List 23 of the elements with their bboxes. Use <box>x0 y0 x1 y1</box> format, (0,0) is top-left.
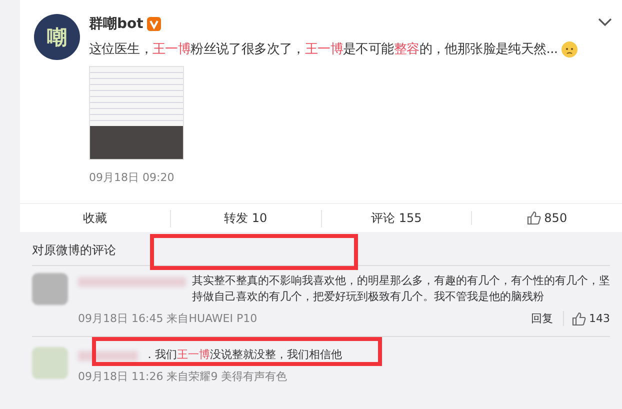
author-name[interactable]: 群嘲bot <box>89 15 144 33</box>
comments-header: 对原微博的评论 <box>32 242 610 266</box>
blurred-avatar <box>32 347 68 379</box>
chevron-icon[interactable] <box>598 18 612 27</box>
comment-text: ．我们王一博没说整就没整，我们相信他 <box>144 347 342 363</box>
emoji-icon <box>560 40 578 58</box>
image-thumbnail[interactable] <box>89 66 184 160</box>
action-button[interactable]: 收藏 <box>20 210 170 226</box>
reply-link[interactable]: 回复 <box>531 311 564 326</box>
action-button[interactable]: 评论 155 <box>320 210 472 226</box>
comment-meta: 09月18日 16:45 来自HUAWEI P10 <box>78 311 258 326</box>
blurred-username <box>78 351 138 361</box>
like-button[interactable]: 143 <box>572 312 610 326</box>
comment-meta: 09月18日 11:26 来自荣耀9 美得有声有色 <box>78 369 288 384</box>
blurred-avatar <box>32 273 68 305</box>
comment-text: 其实整不整真的不影响我喜欢他，的明星那么多，有趣的有几个，有个性的有几个，坚持做自己喜欢的有几个，把爱好玩到极致有几个。我不管我是他的脑残粉 <box>192 273 610 305</box>
action-button[interactable]: 转发 10 <box>170 210 320 226</box>
avatar: 嘲 <box>34 14 80 60</box>
action-button[interactable]: 850 <box>471 211 622 225</box>
thumbs-up-icon <box>572 312 586 326</box>
thumbs-up-icon <box>527 211 542 225</box>
post-time: 09月18日 09:20 <box>89 170 176 185</box>
post-text: 这位医生，王一博粉丝说了很多次了，王一博是不可能整容的，他那张脸是纯天然... <box>89 40 610 60</box>
